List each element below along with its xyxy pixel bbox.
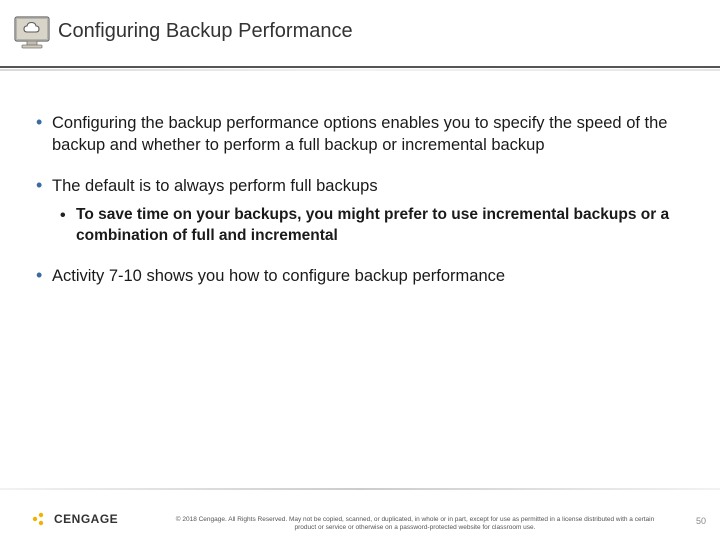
cengage-logo-icon [30, 510, 48, 528]
slide-footer: CENGAGE © 2018 Cengage. All Rights Reser… [0, 488, 720, 540]
page-number: 50 [696, 516, 706, 526]
sub-bullet-text: To save time on your backups, you might … [76, 206, 669, 244]
slide-header: Configuring Backup Performance [0, 0, 720, 68]
slide-content: Configuring the backup performance optio… [0, 68, 720, 287]
bullet-text: Activity 7-10 shows you how to configure… [52, 267, 505, 285]
bullet-item: Activity 7-10 shows you how to configure… [36, 265, 680, 287]
cloud-monitor-icon [12, 14, 52, 54]
bullet-list: Configuring the backup performance optio… [36, 112, 680, 287]
brand-name: CENGAGE [54, 512, 118, 526]
brand-block: CENGAGE [30, 510, 118, 528]
bullet-item: Configuring the backup performance optio… [36, 112, 680, 157]
slide-title: Configuring Backup Performance [58, 20, 720, 43]
bullet-item: The default is to always perform full ba… [36, 175, 680, 247]
bullet-text: The default is to always perform full ba… [52, 177, 378, 195]
sub-bullet-item: To save time on your backups, you might … [52, 205, 680, 247]
bullet-text: Configuring the backup performance optio… [52, 114, 667, 154]
copyright-text: © 2018 Cengage. All Rights Reserved. May… [170, 516, 660, 532]
footer-divider [0, 488, 720, 490]
sub-bullet-list: To save time on your backups, you might … [52, 205, 680, 247]
